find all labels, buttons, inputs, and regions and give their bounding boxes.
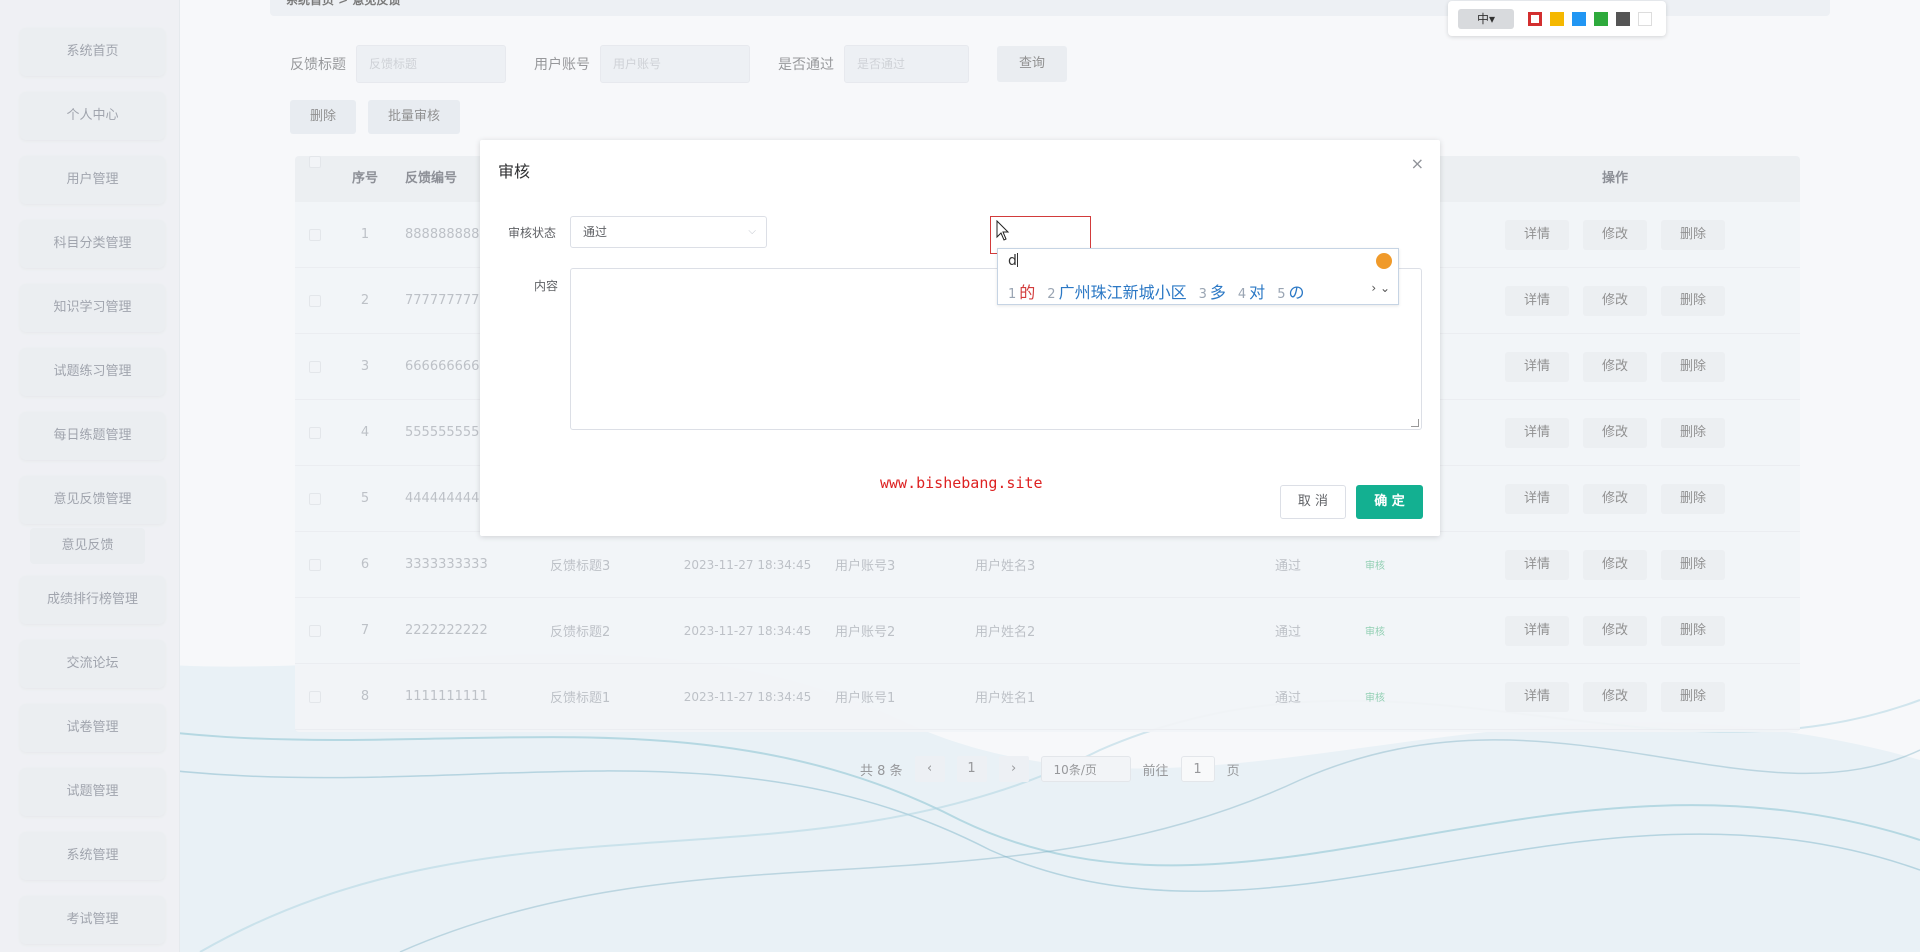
ime-candidate[interactable]: 2 广州珠江新城小区 (1047, 279, 1186, 303)
mouse-cursor-icon (996, 220, 1010, 241)
ime-color-swatch[interactable] (1528, 11, 1542, 26)
ime-color-swatches (1528, 11, 1652, 26)
ime-color-swatch[interactable] (1594, 11, 1608, 26)
ime-candidate[interactable]: 5の (1277, 279, 1304, 303)
ime-color-swatch[interactable] (1572, 11, 1586, 26)
ime-mode-toggle[interactable]: 中▾ (1458, 8, 1514, 29)
status-label: 审核状态 (508, 226, 557, 240)
ime-toolbar: 中▾ (1448, 1, 1666, 36)
ime-candidates: 1 的 2 广州珠江新城小区 3 多 4 对 5 の (1008, 279, 1304, 303)
ime-color-swatch[interactable] (1638, 11, 1652, 26)
status-value: 通过 (583, 225, 608, 239)
ime-candidate[interactable]: 3多 (1199, 279, 1226, 303)
ime-candidate[interactable]: 4对 (1238, 279, 1265, 303)
ime-input-text: d (1008, 253, 1018, 269)
ime-color-swatch[interactable] (1550, 11, 1564, 26)
dialog-title: 审核 (498, 162, 531, 181)
ime-candidate[interactable]: 1的 (1008, 279, 1035, 303)
chevron-down-icon: ⌵ (748, 226, 756, 237)
audit-dialog: 审核 × 审核状态 通过 ⌵ 内容 www.bishebang.site 取 消… (480, 140, 1440, 536)
content-label: 内容 (534, 279, 559, 293)
status-select[interactable]: 通过 ⌵ (570, 216, 767, 248)
ime-skin-icon[interactable] (1376, 253, 1392, 269)
close-icon[interactable]: × (1411, 154, 1424, 173)
resize-handle-icon[interactable] (1411, 419, 1419, 427)
cancel-button[interactable]: 取 消 (1280, 485, 1346, 519)
ime-next-page-icon[interactable]: › ⌄ (1371, 281, 1390, 295)
watermark: www.bishebang.site (880, 474, 1043, 492)
confirm-button[interactable]: 确 定 (1356, 485, 1423, 519)
ime-candidate-panel: d 1 的 2 广州珠江新城小区 3 多 4 对 5 の › ⌄ (997, 248, 1399, 305)
ime-color-swatch[interactable] (1616, 11, 1630, 26)
